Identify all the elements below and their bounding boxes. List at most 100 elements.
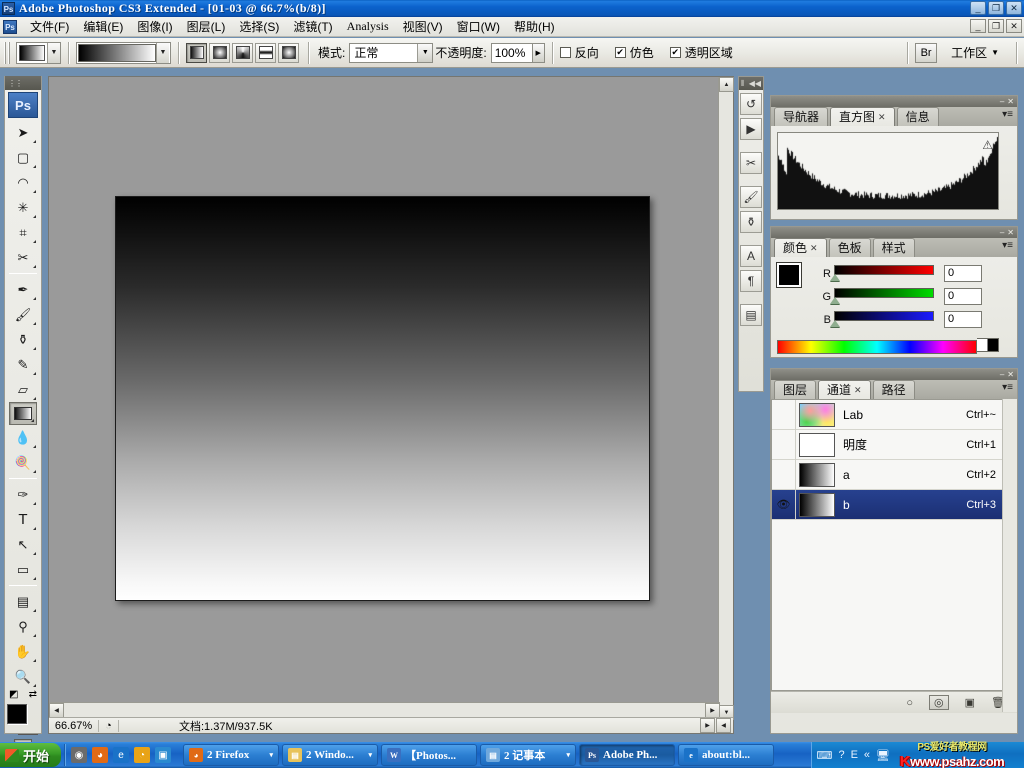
- blue-slider[interactable]: [830, 311, 934, 328]
- taskbar-word-doc[interactable]: W 【Photos...: [381, 744, 478, 766]
- move-tool[interactable]: ➤: [8, 120, 38, 145]
- tab-histogram-close-icon[interactable]: ✕: [878, 108, 886, 127]
- channel-visibility-toggle[interactable]: [772, 400, 796, 430]
- gradient-preset-chevron-down-icon[interactable]: ▼: [156, 42, 169, 63]
- minimize-button[interactable]: _: [970, 1, 986, 15]
- menu-filter[interactable]: 滤镜(T): [286, 16, 339, 37]
- ime-tray-icon[interactable]: E: [851, 749, 858, 761]
- gradient-tool[interactable]: [9, 402, 37, 425]
- taskbar-windows-explorer-chevron-down-icon[interactable]: ▾: [369, 751, 373, 759]
- tab-swatches[interactable]: 色板: [828, 238, 871, 257]
- angle-gradient-button[interactable]: [232, 42, 253, 63]
- tab-styles[interactable]: 样式: [872, 238, 915, 257]
- shape-tool[interactable]: ▭: [8, 557, 38, 582]
- tool-presets-panel-icon[interactable]: ✂: [740, 152, 762, 174]
- image-canvas[interactable]: [115, 196, 650, 601]
- history-panel-icon[interactable]: ↺: [740, 93, 762, 115]
- ql-ie-icon[interactable]: e: [113, 747, 130, 763]
- gradient-preview-swatch[interactable]: [78, 43, 156, 62]
- taskbar-notepad-chevron-down-icon[interactable]: ▾: [567, 751, 571, 759]
- channel-row-Lab[interactable]: Lab Ctrl+~: [772, 400, 1016, 430]
- slice-tool[interactable]: ✂: [8, 245, 38, 270]
- close-button[interactable]: ✕: [1006, 1, 1022, 15]
- transparency-checkbox[interactable]: ✔ 透明区域: [669, 44, 733, 61]
- dock-collapse-icon[interactable]: ◀◀: [749, 79, 761, 88]
- diamond-gradient-button[interactable]: [278, 42, 299, 63]
- channels-minimize-icon[interactable]: –: [1000, 370, 1004, 379]
- character-panel-icon[interactable]: A: [740, 245, 762, 267]
- expand-tray-icon[interactable]: «: [864, 749, 870, 761]
- ql-clock-icon[interactable]: ◔: [134, 747, 151, 763]
- default-colors-icon[interactable]: ◩: [9, 689, 18, 700]
- gradient-preset-picker[interactable]: ▼: [76, 41, 171, 64]
- reverse-checkbox[interactable]: 反向: [559, 44, 599, 61]
- green-slider[interactable]: [830, 288, 934, 305]
- red-slider-value[interactable]: 0: [944, 265, 982, 282]
- hand-tool[interactable]: ✋: [8, 639, 38, 664]
- channel-visibility-toggle[interactable]: 👁: [772, 489, 796, 520]
- taskbar-windows-explorer[interactable]: ▤ 2 Windo... ▾: [282, 744, 379, 766]
- histogram-close-icon[interactable]: ✕: [1007, 97, 1014, 106]
- blue-slider-thumb[interactable]: [830, 320, 840, 327]
- histogram-panel-menu-icon[interactable]: ▾≡: [1002, 109, 1013, 120]
- layer-comps-panel-icon[interactable]: ▤: [740, 304, 762, 326]
- menu-image[interactable]: 图像(I): [130, 16, 179, 37]
- clone-stamp-tool[interactable]: ⚱: [8, 327, 38, 352]
- toolbar-grip[interactable]: ⋮⋮: [5, 76, 41, 90]
- tab-channels[interactable]: 通道 ✕: [818, 380, 871, 399]
- crop-tool[interactable]: ⌗: [8, 220, 38, 245]
- ql-media-icon[interactable]: ◉: [71, 747, 88, 763]
- scroll-right-icon[interactable]: ▶: [705, 703, 720, 718]
- color-close-icon[interactable]: ✕: [1007, 228, 1014, 237]
- tab-color[interactable]: 颜色 ✕: [774, 238, 827, 257]
- foreground-color-swatch[interactable]: [7, 704, 27, 724]
- workspace-button[interactable]: 工作区 ▼: [951, 44, 999, 61]
- tab-color-close-icon[interactable]: ✕: [810, 239, 818, 258]
- cache-warning-icon[interactable]: ⚠: [982, 138, 993, 152]
- ql-firefox-icon[interactable]: ◕: [92, 747, 109, 763]
- menu-help[interactable]: 帮助(H): [507, 16, 562, 37]
- zoom-level[interactable]: 66.67%: [49, 719, 99, 732]
- ql-desktop-icon[interactable]: ▣: [155, 747, 172, 763]
- taskbar-firefox[interactable]: ◕ 2 Firefox ▾: [183, 744, 280, 766]
- options-bar-grip[interactable]: [4, 41, 11, 64]
- pen-tool[interactable]: ✑: [8, 482, 38, 507]
- channel-visibility-toggle[interactable]: [772, 459, 796, 490]
- paragraph-panel-icon[interactable]: ¶: [740, 270, 762, 292]
- doc-minimize-button[interactable]: _: [970, 19, 986, 33]
- doc-close-button[interactable]: ✕: [1006, 19, 1022, 33]
- eraser-tool[interactable]: ▱: [8, 377, 38, 402]
- color-panel-foreground-swatch[interactable]: [776, 262, 802, 288]
- blend-mode-chevron-down-icon[interactable]: ▼: [417, 43, 433, 62]
- dither-checkbox-box[interactable]: ✔: [614, 47, 626, 58]
- blend-mode-select[interactable]: 正常 ▼: [349, 42, 434, 63]
- scroll-up-icon[interactable]: ▲: [719, 77, 734, 92]
- brushes-panel-icon[interactable]: 🖌: [740, 186, 762, 208]
- tab-paths[interactable]: 路径: [872, 380, 915, 399]
- bridge-icon[interactable]: Br: [915, 42, 938, 63]
- blur-tool[interactable]: 💧: [8, 425, 38, 450]
- channel-row-明度[interactable]: 明度 Ctrl+1: [772, 429, 1016, 460]
- linear-gradient-button[interactable]: [186, 42, 207, 63]
- menu-view[interactable]: 视图(V): [396, 16, 450, 37]
- color-black-white-swatch[interactable]: [977, 338, 999, 352]
- new-channel-button[interactable]: ▣: [965, 696, 975, 709]
- channel-row-b[interactable]: 👁 b Ctrl+3: [772, 489, 1016, 520]
- active-tool-preset-picker[interactable]: ▼: [16, 41, 61, 64]
- red-slider-track[interactable]: [834, 265, 934, 275]
- menu-edit[interactable]: 编辑(E): [76, 16, 130, 37]
- menu-analysis[interactable]: Analysis: [340, 17, 396, 36]
- keyboard-tray-icon[interactable]: ⌨: [817, 749, 833, 762]
- load-channel-as-selection-button[interactable]: ○: [906, 697, 913, 709]
- doc-maximize-button[interactable]: ❐: [988, 19, 1004, 33]
- channels-close-icon[interactable]: ✕: [1007, 370, 1014, 379]
- network-tray-icon[interactable]: 🖥: [876, 749, 890, 762]
- red-slider-thumb[interactable]: [830, 274, 840, 281]
- type-tool[interactable]: T: [8, 507, 38, 532]
- lasso-tool[interactable]: ◠: [8, 170, 38, 195]
- start-button[interactable]: 开始: [0, 743, 62, 767]
- tab-histogram[interactable]: 直方图 ✕: [830, 107, 895, 126]
- tab-channels-close-icon[interactable]: ✕: [854, 381, 862, 400]
- swap-colors-icon[interactable]: ⇄: [29, 689, 37, 700]
- clone-source-panel-icon[interactable]: ⚱: [740, 211, 762, 233]
